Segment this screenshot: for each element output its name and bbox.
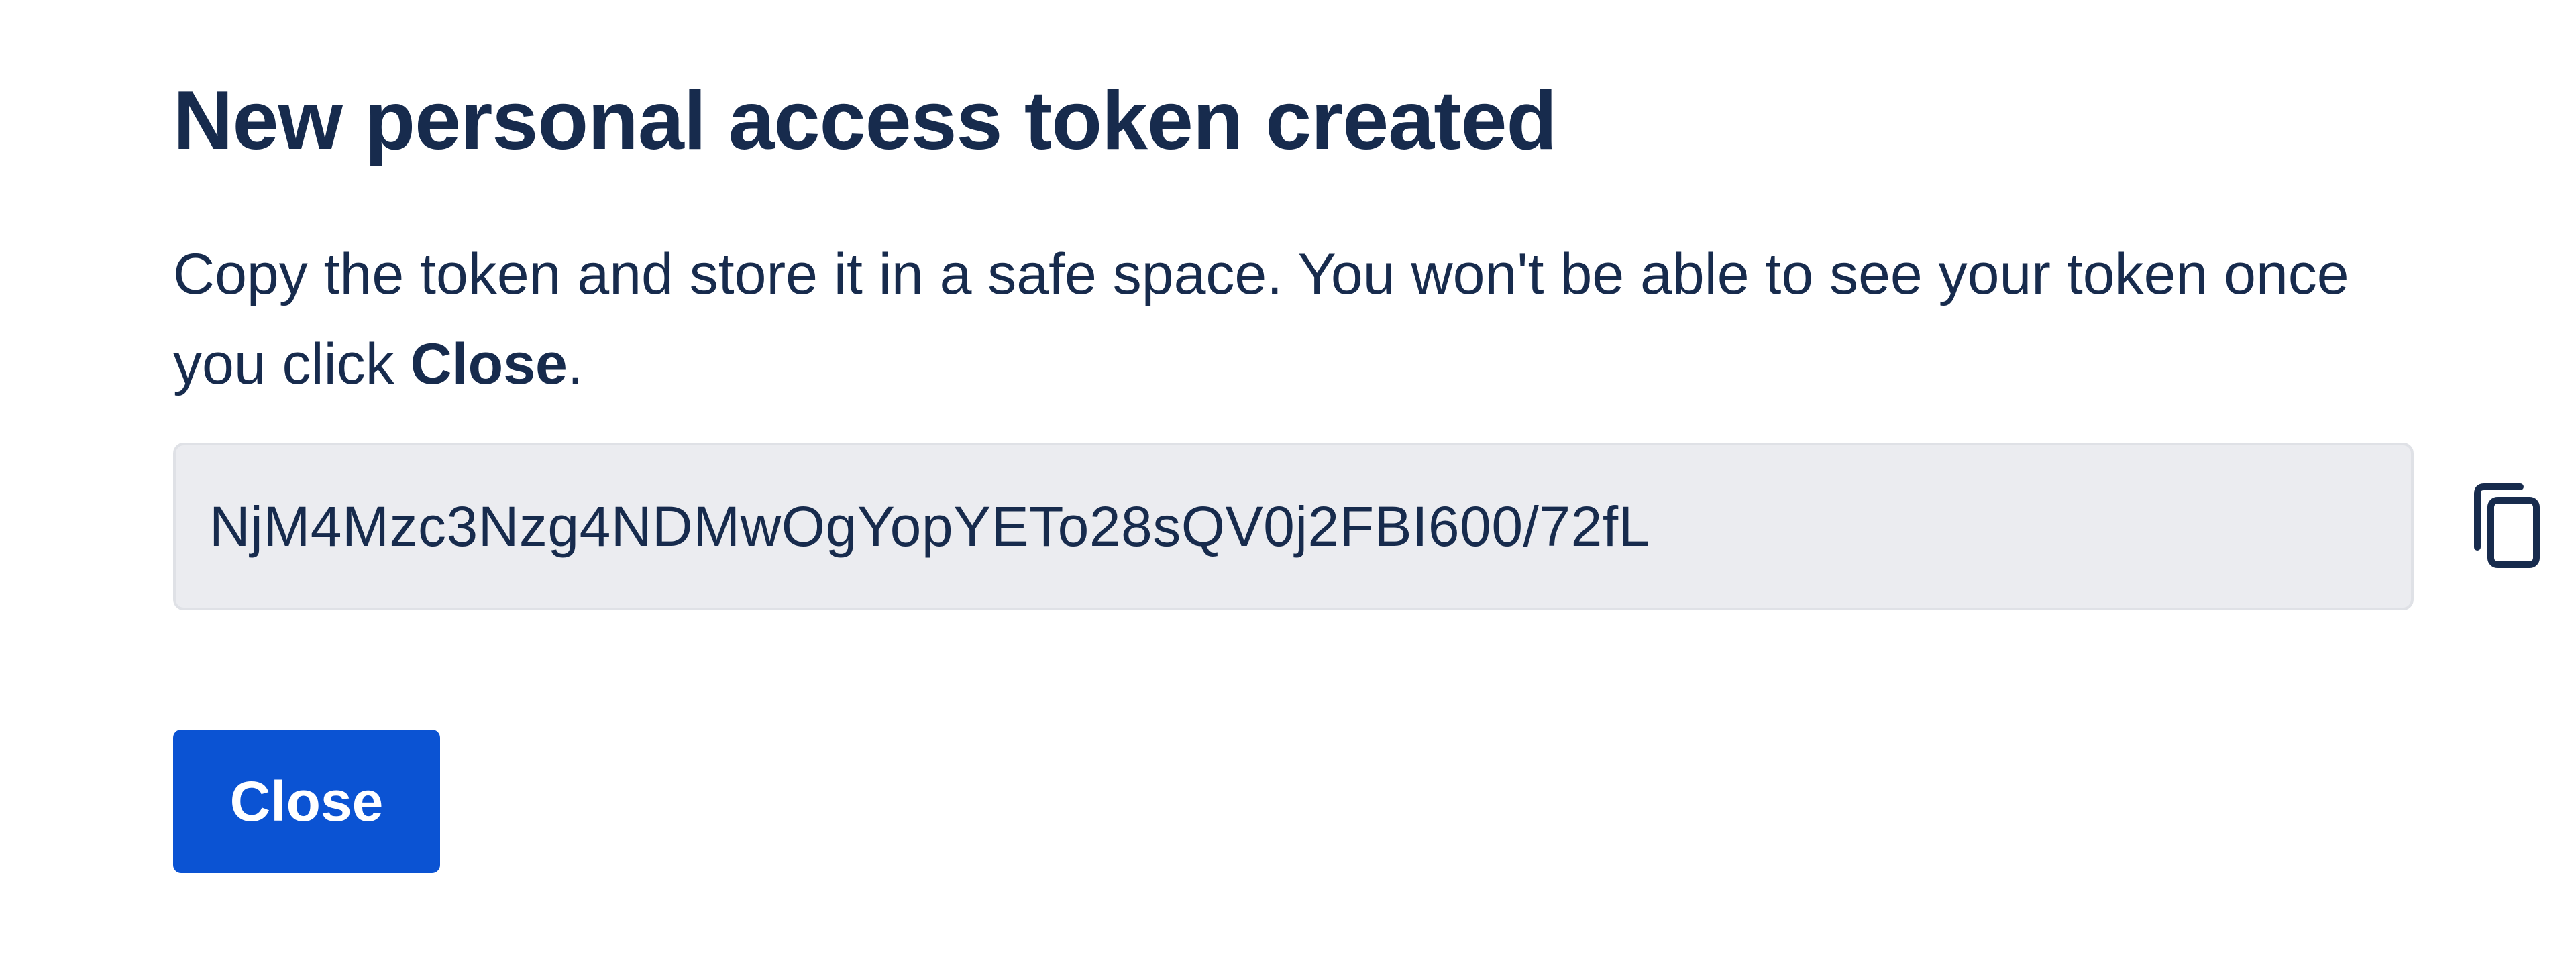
token-value[interactable]: NjM4Mzc3Nzg4NDMwOgYopYETo28sQV0j2FBI600/… (209, 498, 1650, 555)
message-ending: . (567, 332, 584, 396)
token-created-dialog: New personal access token created Copy t… (0, 0, 2576, 977)
copy-token-button[interactable] (2449, 468, 2563, 582)
dialog-message: Copy the token and store it in a safe sp… (173, 229, 2400, 409)
dialog-title: New personal access token created (173, 74, 1557, 167)
copy-icon (2469, 481, 2542, 569)
token-row: NjM4Mzc3Nzg4NDMwOgYopYETo28sQV0j2FBI600/… (173, 443, 2561, 621)
close-button[interactable]: Close (173, 730, 440, 873)
message-close-emphasis: Close (410, 332, 568, 396)
token-field[interactable]: NjM4Mzc3Nzg4NDMwOgYopYETo28sQV0j2FBI600/… (173, 443, 2414, 610)
